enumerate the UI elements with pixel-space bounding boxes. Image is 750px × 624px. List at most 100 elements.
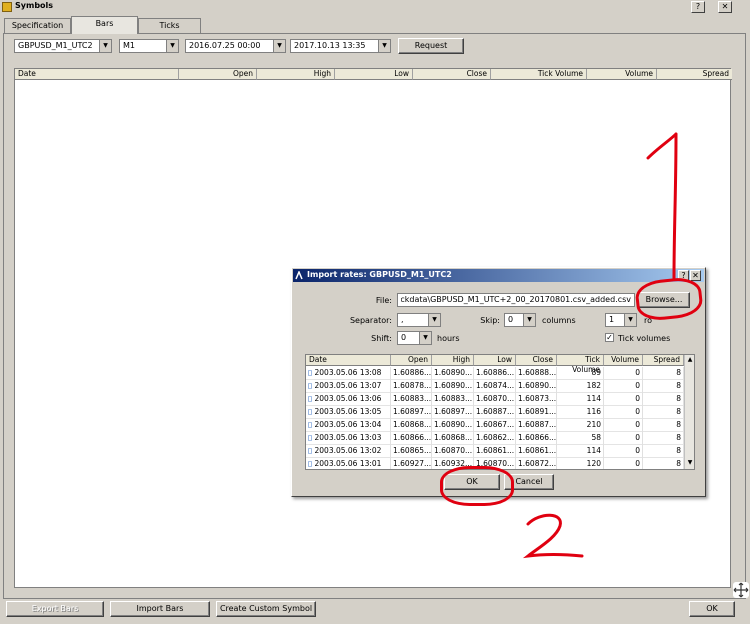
- cell-low: 1.60870...: [474, 393, 516, 406]
- skip-rows-select[interactable]: 1 ▼: [605, 313, 637, 327]
- column-header-high[interactable]: High: [257, 69, 335, 80]
- cell-date: ▯ 2003.05.06 13:06: [306, 393, 391, 406]
- move-handle[interactable]: [733, 582, 749, 598]
- skip-columns-select[interactable]: 0 ▼: [504, 313, 536, 327]
- cell-open: 1.60927...: [391, 458, 432, 469]
- file-input[interactable]: Downloader\tickdata\GBPUSD_M1_UTC+2_00_2…: [397, 293, 635, 307]
- separator-label: Separator:: [349, 316, 392, 325]
- preview-table[interactable]: Date Open High Low Close Tick Volume Vol…: [305, 354, 695, 470]
- preview-header-volume[interactable]: Volume: [604, 355, 643, 366]
- skip-columns-value: 0: [508, 315, 514, 324]
- preview-header-high[interactable]: High: [432, 355, 474, 366]
- table-row[interactable]: ▯ 2003.05.06 13:04 1.60868... 1.60890... 1.…: [306, 419, 684, 432]
- column-header-date[interactable]: Date: [15, 69, 179, 80]
- window-titlebar: Symbols ? ✕: [0, 0, 750, 14]
- cell-date-text: 2003.05.06 13:03: [314, 433, 382, 442]
- table-row[interactable]: ▯ 2003.05.06 13:05 1.60897... 1.60897... 1.…: [306, 406, 684, 419]
- chevron-down-icon: ▼: [99, 40, 111, 52]
- chevron-down-icon: ▼: [523, 314, 535, 326]
- cell-spread: 8: [643, 458, 684, 469]
- preview-scrollbar[interactable]: ▲ ▼: [684, 355, 694, 469]
- column-header-volume[interactable]: Volume: [587, 69, 657, 80]
- scroll-down-icon[interactable]: ▼: [685, 458, 694, 468]
- cell-close: 1.60891...: [516, 406, 557, 419]
- shift-stepper[interactable]: 0 ▼: [397, 331, 432, 345]
- request-button[interactable]: Request: [398, 38, 464, 54]
- export-bars-button[interactable]: Export Bars: [6, 601, 104, 617]
- cell-spread: 8: [643, 367, 684, 380]
- create-custom-symbol-button[interactable]: Create Custom Symbol: [216, 601, 316, 617]
- separator-select[interactable]: , ▼: [397, 313, 441, 327]
- table-row[interactable]: ▯ 2003.05.06 13:03 1.60866... 1.60868... 1.…: [306, 432, 684, 445]
- cell-date-text: 2003.05.06 13:04: [314, 420, 382, 429]
- shift-label: Shift:: [371, 334, 392, 343]
- table-row[interactable]: ▯ 2003.05.06 13:08 1.60886... 1.60890... 1.…: [306, 367, 684, 380]
- cell-spread: 8: [643, 393, 684, 406]
- cell-high: 1.60883...: [432, 393, 474, 406]
- import-bars-button[interactable]: Import Bars: [110, 601, 210, 617]
- tab-ticks[interactable]: Ticks: [138, 18, 201, 33]
- period-select[interactable]: M1 ▼: [119, 39, 179, 53]
- period-value: M1: [123, 41, 135, 50]
- column-header-low[interactable]: Low: [335, 69, 413, 80]
- dialog-app-icon: [295, 270, 304, 280]
- cell-high: 1.60870...: [432, 445, 474, 458]
- scroll-up-icon[interactable]: ▲: [685, 355, 694, 365]
- tick-volumes-checkbox[interactable]: ✓: [605, 333, 614, 342]
- symbol-select[interactable]: GBPUSD_M1_UTC2 ▼: [14, 39, 112, 53]
- table-row[interactable]: ▯ 2003.05.06 13:06 1.60883... 1.60883... 1.…: [306, 393, 684, 406]
- column-header-tick-volume[interactable]: Tick Volume: [491, 69, 587, 80]
- cell-low: 1.60887...: [474, 406, 516, 419]
- column-header-close[interactable]: Close: [413, 69, 491, 80]
- date-from-picker[interactable]: 2016.07.25 00:00 ▼: [185, 39, 286, 53]
- cell-close: 1.60887...: [516, 419, 557, 432]
- cell-volume: 0: [604, 445, 643, 458]
- preview-header-close[interactable]: Close: [516, 355, 557, 366]
- preview-header-tick-volume[interactable]: Tick Volume: [557, 355, 604, 374]
- cell-tick-volume: 114: [557, 445, 604, 458]
- cell-volume: 0: [604, 393, 643, 406]
- cell-tick-volume: 116: [557, 406, 604, 419]
- preview-header-spread[interactable]: Spread: [643, 355, 684, 366]
- table-row[interactable]: ▯ 2003.05.06 13:07 1.60878... 1.60890... 1.…: [306, 380, 684, 393]
- cell-close: 1.60861...: [516, 445, 557, 458]
- cell-close: 1.60872...: [516, 458, 557, 469]
- date-to-picker[interactable]: 2017.10.13 13:35 ▼: [290, 39, 391, 53]
- column-header-open[interactable]: Open: [179, 69, 257, 80]
- chevron-down-icon: ▼: [624, 314, 636, 326]
- tab-specification[interactable]: Specification: [4, 18, 71, 33]
- table-row[interactable]: ▯ 2003.05.06 13:02 1.60865... 1.60870... 1.…: [306, 445, 684, 458]
- ok-highlight-circle: [440, 466, 514, 506]
- cell-low: 1.60862...: [474, 432, 516, 445]
- cell-date: ▯ 2003.05.06 13:02: [306, 445, 391, 458]
- preview-header-date[interactable]: Date: [306, 355, 391, 366]
- app-icon: [2, 2, 12, 12]
- move-icon: [733, 582, 749, 598]
- cell-volume: 0: [604, 367, 643, 380]
- date-from-value: 2016.07.25 00:00: [189, 41, 261, 50]
- close-button[interactable]: ✕: [718, 1, 732, 13]
- preview-header-open[interactable]: Open: [391, 355, 432, 366]
- cell-tick-volume: 114: [557, 393, 604, 406]
- tick-volumes-label: Tick volumes: [618, 334, 671, 343]
- cell-date-text: 2003.05.06 13:01: [314, 459, 382, 468]
- cell-spread: 8: [643, 432, 684, 445]
- cell-low: 1.60867...: [474, 419, 516, 432]
- cell-open: 1.60865...: [391, 445, 432, 458]
- file-path: Downloader\tickdata\GBPUSD_M1_UTC+2_00_2…: [401, 295, 631, 304]
- close-icon: ✕: [721, 2, 729, 11]
- cell-open: 1.60868...: [391, 419, 432, 432]
- cell-tick-volume: 182: [557, 380, 604, 393]
- help-button[interactable]: ?: [691, 1, 705, 13]
- cell-open: 1.60866...: [391, 432, 432, 445]
- file-label: File:: [375, 296, 392, 305]
- cell-tick-volume: 58: [557, 432, 604, 445]
- cell-high: 1.60890...: [432, 419, 474, 432]
- chevron-down-icon: ▼: [419, 332, 431, 344]
- tab-bars[interactable]: Bars: [71, 16, 138, 34]
- ok-button[interactable]: OK: [689, 601, 735, 617]
- separator-value: ,: [401, 315, 404, 324]
- preview-header-low[interactable]: Low: [474, 355, 516, 366]
- shift-value: 0: [401, 333, 407, 342]
- column-header-spread[interactable]: Spread: [657, 69, 732, 80]
